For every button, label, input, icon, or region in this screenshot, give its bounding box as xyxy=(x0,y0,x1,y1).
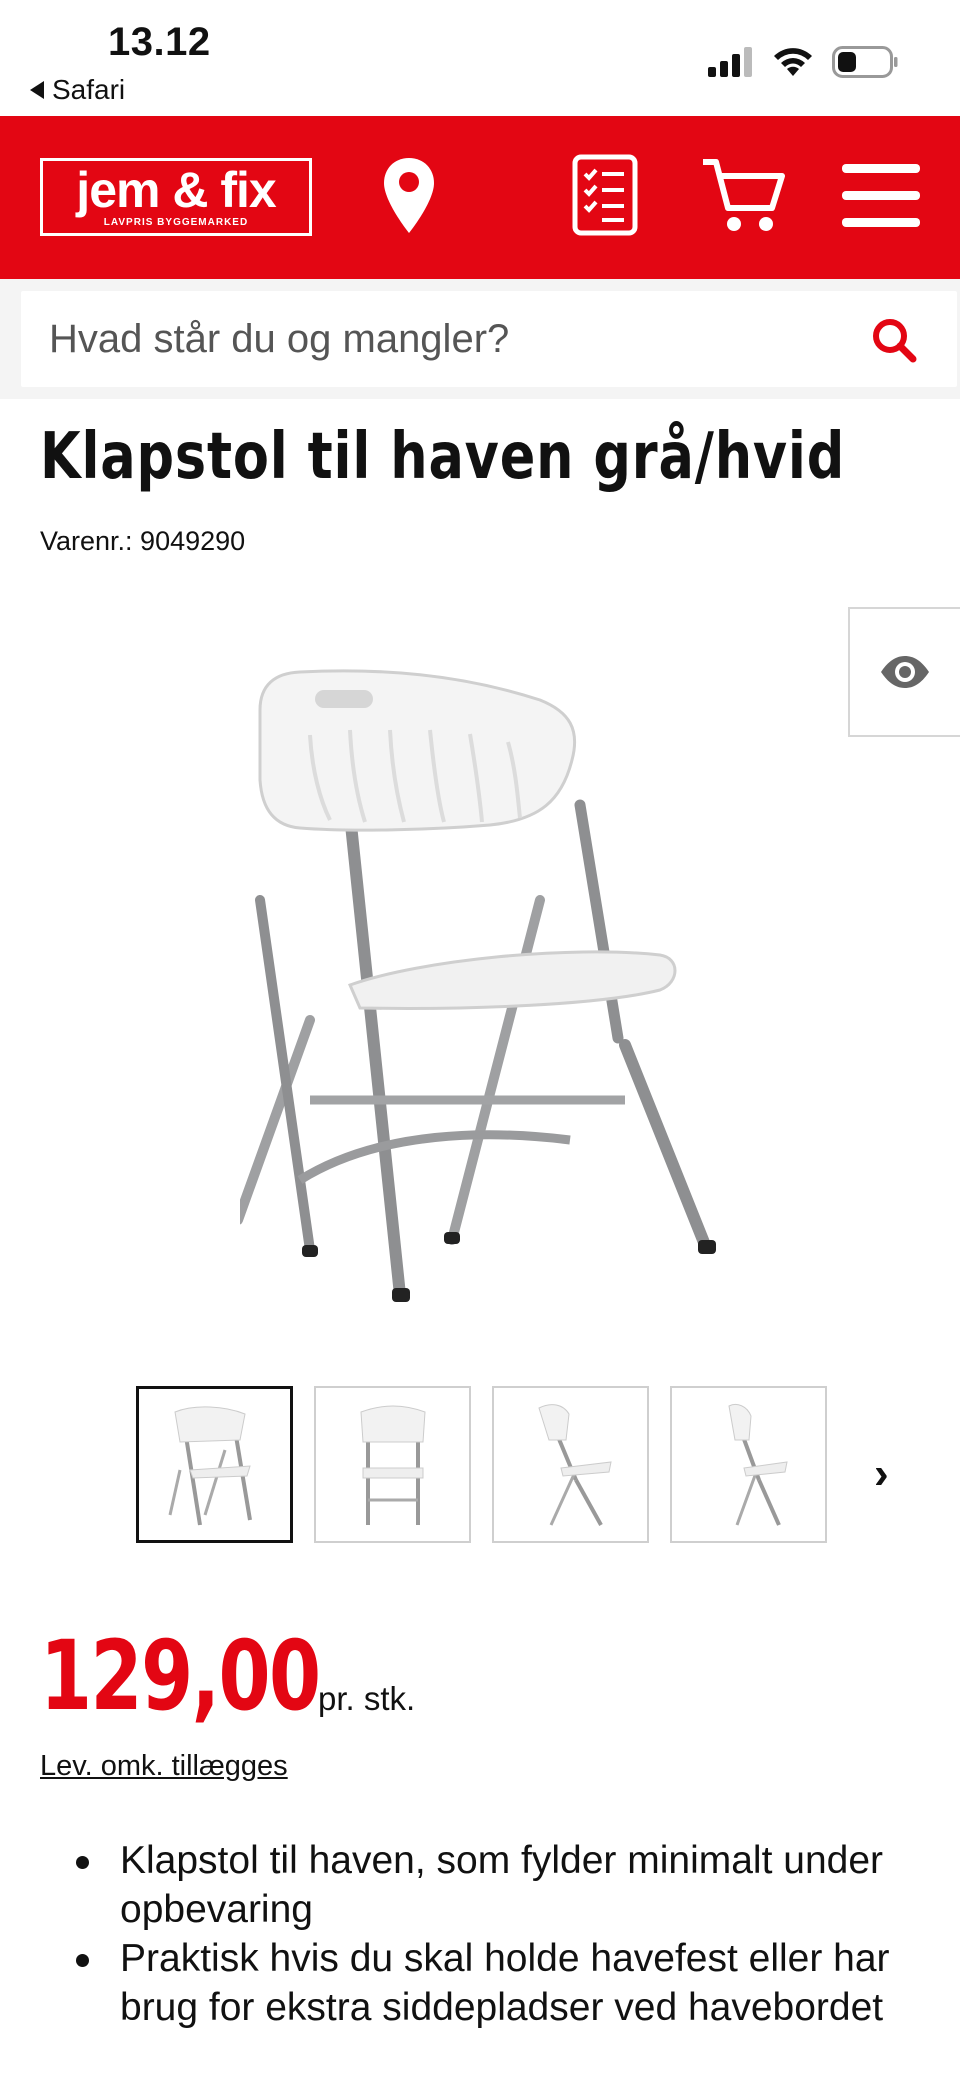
list-icon[interactable] xyxy=(572,154,638,236)
search-icon[interactable] xyxy=(871,317,917,363)
list-item: Klapstol til haven, som fylder minimalt … xyxy=(70,1836,930,1934)
back-app-label: Safari xyxy=(52,74,126,105)
product-image[interactable] xyxy=(240,660,760,1320)
search-box xyxy=(21,291,957,387)
thumbnail-strip xyxy=(136,1386,827,1543)
site-logo[interactable]: jem & fix LAVPRIS BYGGEMARKED xyxy=(40,158,312,236)
back-to-safari[interactable]: Safari xyxy=(30,74,125,106)
status-bar: 13.12 Safari xyxy=(0,0,960,116)
thumbnail-next-arrow[interactable]: › xyxy=(874,1452,889,1496)
location-pin-icon[interactable] xyxy=(382,156,436,236)
search-bar-area xyxy=(0,279,960,399)
list-item: Praktisk hvis du skal holde havefest ell… xyxy=(70,1934,930,2032)
thumbnail-image xyxy=(168,1405,252,1525)
thumbnail-image xyxy=(537,1403,612,1526)
signal-icon xyxy=(708,47,752,77)
eye-icon xyxy=(881,656,929,688)
logo-text: jem & fix xyxy=(76,162,276,218)
delivery-cost-link[interactable]: Lev. omk. tillægges xyxy=(40,1750,288,1783)
back-arrow-icon xyxy=(30,81,44,99)
battery-icon xyxy=(832,46,898,78)
zoom-button[interactable] xyxy=(848,607,960,737)
thumbnail-4[interactable] xyxy=(670,1386,827,1543)
thumbnail-2[interactable] xyxy=(314,1386,471,1543)
thumbnail-image xyxy=(727,1403,788,1526)
logo-tagline: LAVPRIS BYGGEMARKED xyxy=(103,217,249,228)
site-header: jem & fix LAVPRIS BYGGEMARKED xyxy=(0,116,960,279)
page-title: Klapstol til haven grå/hvid xyxy=(40,420,846,494)
menu-icon[interactable] xyxy=(840,162,922,230)
feature-list: Klapstol til haven, som fylder minimalt … xyxy=(70,1836,930,2032)
cart-icon[interactable] xyxy=(700,156,786,236)
product-price: 129,00 xyxy=(40,1620,321,1732)
search-input[interactable] xyxy=(49,291,849,387)
status-time: 13.12 xyxy=(108,20,211,64)
status-icons xyxy=(706,46,898,78)
price-unit: pr. stk. xyxy=(318,1680,416,1717)
item-number: Varenr.: 9049290 xyxy=(40,526,246,556)
thumbnail-1[interactable] xyxy=(136,1386,293,1543)
thumbnail-image xyxy=(359,1405,426,1525)
wifi-icon xyxy=(774,48,812,76)
thumbnail-3[interactable] xyxy=(492,1386,649,1543)
